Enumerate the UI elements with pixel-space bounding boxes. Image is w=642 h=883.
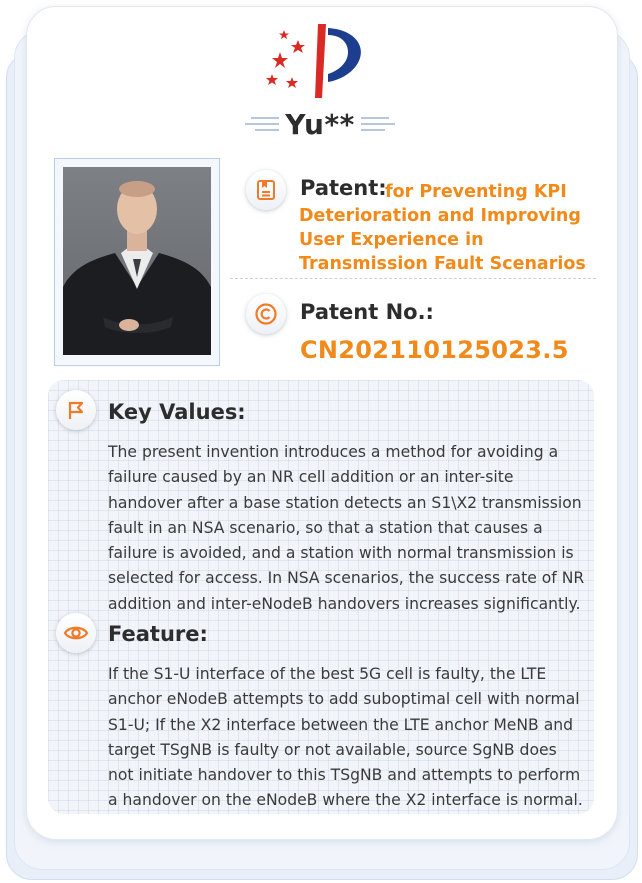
brand-title: Yu** xyxy=(240,106,400,142)
brand-name: Yu** xyxy=(285,107,355,141)
patent-number-label: Patent No.: xyxy=(300,300,434,324)
flag-icon-badge xyxy=(56,390,96,430)
copyright-icon xyxy=(255,303,277,325)
copyright-icon-badge xyxy=(246,294,286,334)
key-values-title: Key Values: xyxy=(108,400,246,424)
person-silhouette xyxy=(63,181,211,355)
patent-number: CN202110125023.5 xyxy=(300,336,569,364)
patent-title: for Preventing KPI Deterioration and Imp… xyxy=(299,182,586,274)
portrait-photo xyxy=(63,167,211,355)
feature-text: If the S1-U interface of the best 5G cel… xyxy=(108,665,583,810)
key-values-text: The present invention introduces a metho… xyxy=(108,443,585,613)
document-icon-badge xyxy=(246,170,286,210)
divider xyxy=(230,278,596,279)
flag-icon xyxy=(68,401,84,419)
eye-icon-badge xyxy=(56,613,96,653)
feature-title: Feature: xyxy=(108,622,208,646)
decorative-lines-left xyxy=(245,117,280,131)
portrait-frame xyxy=(54,158,220,366)
stars-p-logo xyxy=(266,24,361,98)
document-icon xyxy=(257,180,275,200)
decorative-lines-right xyxy=(360,117,395,131)
eye-icon xyxy=(63,626,89,640)
